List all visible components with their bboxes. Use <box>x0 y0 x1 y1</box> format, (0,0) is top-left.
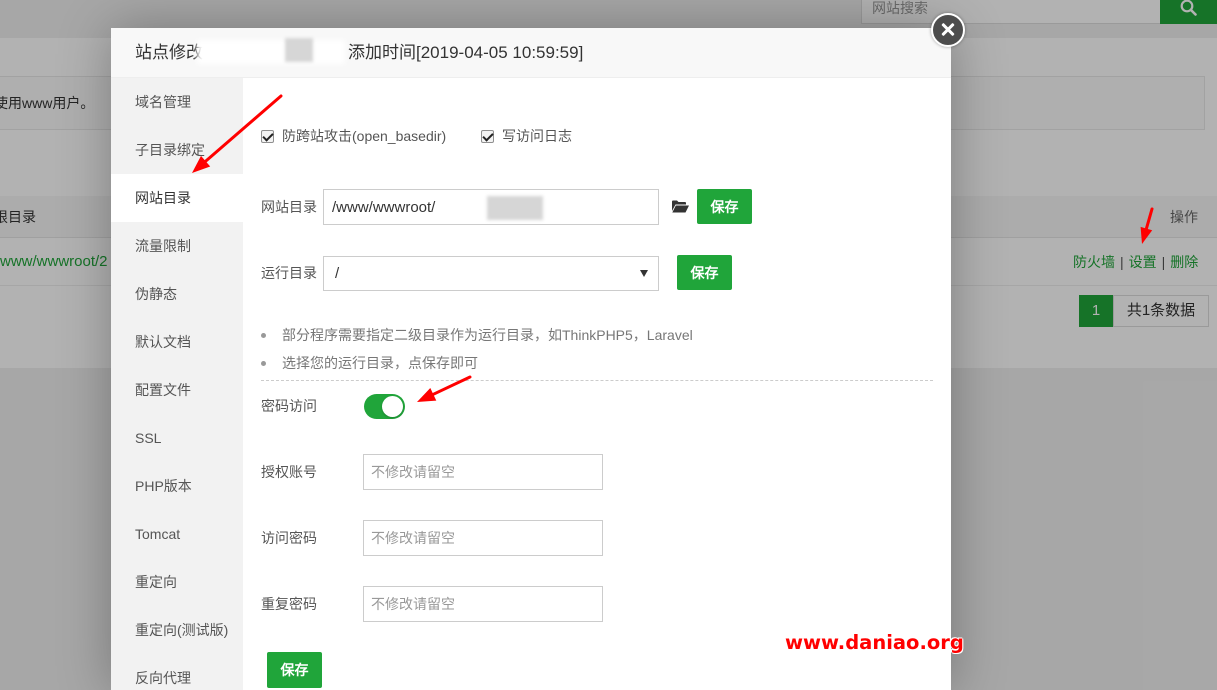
access-log-checkbox[interactable] <box>481 129 494 143</box>
access-log-option[interactable]: 写访问日志 <box>481 126 572 146</box>
auth-account-field <box>363 454 603 490</box>
chevron-down-icon <box>640 270 648 277</box>
sidebar-item-php-version[interactable]: PHP版本 <box>111 462 243 510</box>
tip-text: 部分程序需要指定二级目录作为运行目录，如ThinkPHP5，Laravel <box>282 327 693 343</box>
sidebar-item-label: 重定向(测试版) <box>135 622 229 638</box>
privacy-mask <box>285 38 313 62</box>
access-password-input[interactable] <box>363 520 603 556</box>
open-basedir-checkbox[interactable] <box>261 129 274 143</box>
site-edit-modal: 站点修改 添加时间[2019-04-05 10:59:59] 域名管理 子目录绑… <box>111 28 951 690</box>
sidebar-item-traffic-limit[interactable]: 流量限制 <box>111 222 243 270</box>
tip-bullet <box>261 361 266 366</box>
sidebar-item-label: 域名管理 <box>135 94 191 110</box>
site-dir-field <box>323 189 659 225</box>
modal-title: 站点修改 <box>135 43 203 62</box>
save-site-dir-button[interactable]: 保存 <box>697 189 752 224</box>
sidebar-item-site-directory[interactable]: 网站目录 <box>111 174 243 222</box>
sidebar-item-label: 网站目录 <box>135 190 191 206</box>
sidebar-item-label: 伪静态 <box>135 286 177 302</box>
site-dir-input[interactable] <box>323 189 659 225</box>
tip-text: 选择您的运行目录，点保存即可 <box>282 355 478 371</box>
run-dir-label: 运行目录 <box>261 265 317 281</box>
sidebar-item-label: SSL <box>135 430 162 446</box>
open-basedir-label: 防跨站攻击(open_basedir) <box>282 128 447 144</box>
run-dir-select[interactable]: / <box>323 256 659 291</box>
save-password-button[interactable]: 保存 <box>267 652 322 688</box>
sidebar-item-ssl[interactable]: SSL <box>111 414 243 462</box>
password-access-label: 密码访问 <box>261 398 317 414</box>
folder-open-icon[interactable] <box>672 200 689 213</box>
sidebar-item-domain-management[interactable]: 域名管理 <box>111 78 243 126</box>
repeat-password-input[interactable] <box>363 586 603 622</box>
close-modal-button[interactable] <box>931 13 965 47</box>
sidebar-item-tomcat[interactable]: Tomcat <box>111 510 243 558</box>
privacy-mask <box>197 40 345 64</box>
sidebar-item-redirect-beta[interactable]: 重定向(测试版) <box>111 606 243 654</box>
toggle-knob <box>382 396 403 417</box>
tip-bullet <box>261 333 266 338</box>
run-dir-selected-value: / <box>335 265 340 282</box>
access-password-field <box>363 520 603 556</box>
sidebar-item-label: 配置文件 <box>135 382 191 398</box>
open-basedir-option[interactable]: 防跨站攻击(open_basedir) <box>261 126 446 146</box>
sidebar-item-label: PHP版本 <box>135 478 192 494</box>
site-dir-label: 网站目录 <box>261 199 317 215</box>
sidebar-item-rewrite[interactable]: 伪静态 <box>111 270 243 318</box>
sidebar-item-subdirectory-binding[interactable]: 子目录绑定 <box>111 126 243 174</box>
sidebar-item-redirect[interactable]: 重定向 <box>111 558 243 606</box>
modal-sidebar: 域名管理 子目录绑定 网站目录 流量限制 伪静态 默认文档 配置文件 SSL P… <box>111 78 243 690</box>
access-log-label: 写访问日志 <box>502 128 572 144</box>
sidebar-item-label: 反向代理 <box>135 670 191 686</box>
sidebar-item-label: 流量限制 <box>135 238 191 254</box>
site-directory-panel: 防跨站攻击(open_basedir) 写访问日志 网站目录 保存 运行目录 /… <box>243 78 951 690</box>
sidebar-item-label: 重定向 <box>135 574 177 590</box>
auth-account-label: 授权账号 <box>261 464 317 480</box>
sidebar-item-reverse-proxy[interactable]: 反向代理 <box>111 654 243 690</box>
sidebar-item-label: 子目录绑定 <box>135 142 205 158</box>
repeat-password-label: 重复密码 <box>261 596 317 612</box>
sidebar-item-label: 默认文档 <box>135 334 191 350</box>
sidebar-item-label: Tomcat <box>135 526 181 542</box>
modal-title-bar: 站点修改 添加时间[2019-04-05 10:59:59] <box>111 28 951 78</box>
password-access-toggle[interactable] <box>364 394 405 419</box>
save-run-dir-button[interactable]: 保存 <box>677 255 732 290</box>
modal-added-time: 添加时间[2019-04-05 10:59:59] <box>348 43 584 62</box>
access-password-label: 访问密码 <box>261 530 317 546</box>
sidebar-item-config-file[interactable]: 配置文件 <box>111 366 243 414</box>
section-divider <box>261 380 933 381</box>
sidebar-item-default-document[interactable]: 默认文档 <box>111 318 243 366</box>
auth-account-input[interactable] <box>363 454 603 490</box>
repeat-password-field <box>363 586 603 622</box>
